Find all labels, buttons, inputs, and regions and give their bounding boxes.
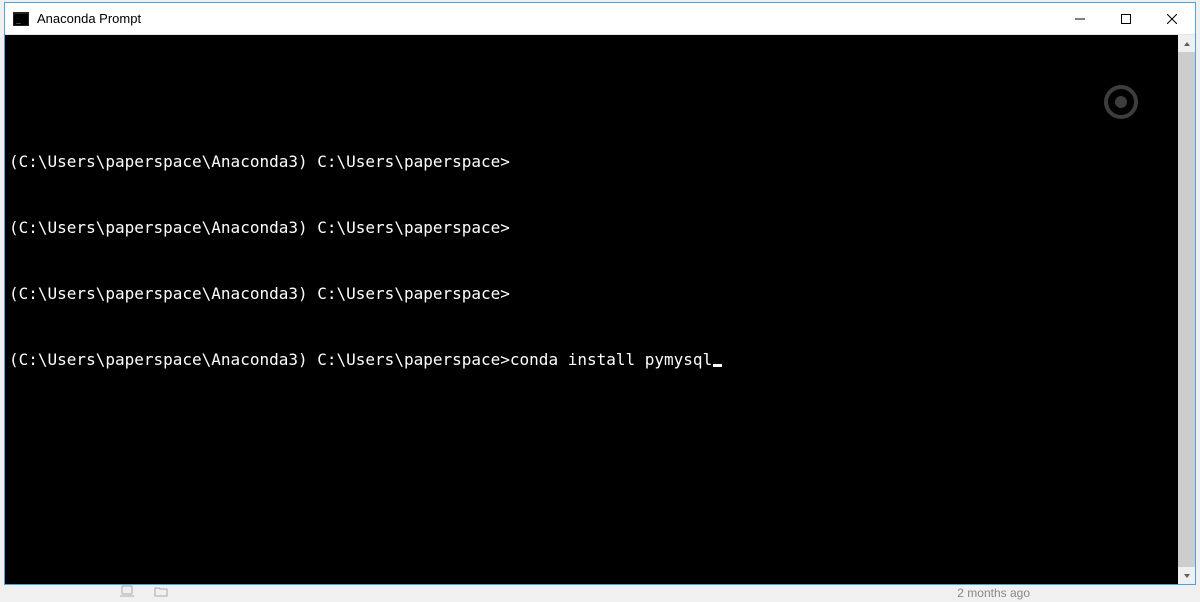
input-text: conda install pymysql [510,350,712,369]
terminal-line: (C:\Users\paperspace\Anaconda3) C:\Users… [9,217,1178,239]
scroll-up-button[interactable] [1178,35,1195,52]
window-title: Anaconda Prompt [37,11,1057,26]
terminal-blank [9,79,1178,107]
client-area: (C:\Users\paperspace\Anaconda3) C:\Users… [5,35,1195,584]
terminal-line: (C:\Users\paperspace\Anaconda3) C:\Users… [9,283,1178,305]
scroll-track[interactable] [1178,52,1195,567]
minimize-button[interactable] [1057,3,1103,34]
prompt-text: (C:\Users\paperspace\Anaconda3) C:\Users… [9,218,510,237]
close-button[interactable] [1149,3,1195,34]
terminal-line: (C:\Users\paperspace\Anaconda3) C:\Users… [9,349,1178,371]
prompt-text: (C:\Users\paperspace\Anaconda3) C:\Users… [9,284,510,303]
app-icon: _ [13,12,29,26]
background-icons [120,585,168,600]
folder-icon [154,585,168,600]
device-icon [120,585,134,600]
terminal-line: (C:\Users\paperspace\Anaconda3) C:\Users… [9,151,1178,173]
window-frame: _ Anaconda Prompt (C:\Users\paperspace\A… [4,2,1196,585]
maximize-button[interactable] [1103,3,1149,34]
prompt-text: (C:\Users\paperspace\Anaconda3) C:\Users… [9,152,510,171]
background-text: 2 months ago [957,586,1030,600]
titlebar[interactable]: _ Anaconda Prompt [5,3,1195,35]
svg-text:_: _ [16,15,21,24]
window-controls [1057,3,1195,34]
terminal[interactable]: (C:\Users\paperspace\Anaconda3) C:\Users… [5,35,1178,584]
scroll-thumb[interactable] [1178,52,1195,567]
scroll-down-button[interactable] [1178,567,1195,584]
vertical-scrollbar[interactable] [1178,35,1195,584]
prompt-text: (C:\Users\paperspace\Anaconda3) C:\Users… [9,350,510,369]
cursor-icon [713,364,722,367]
